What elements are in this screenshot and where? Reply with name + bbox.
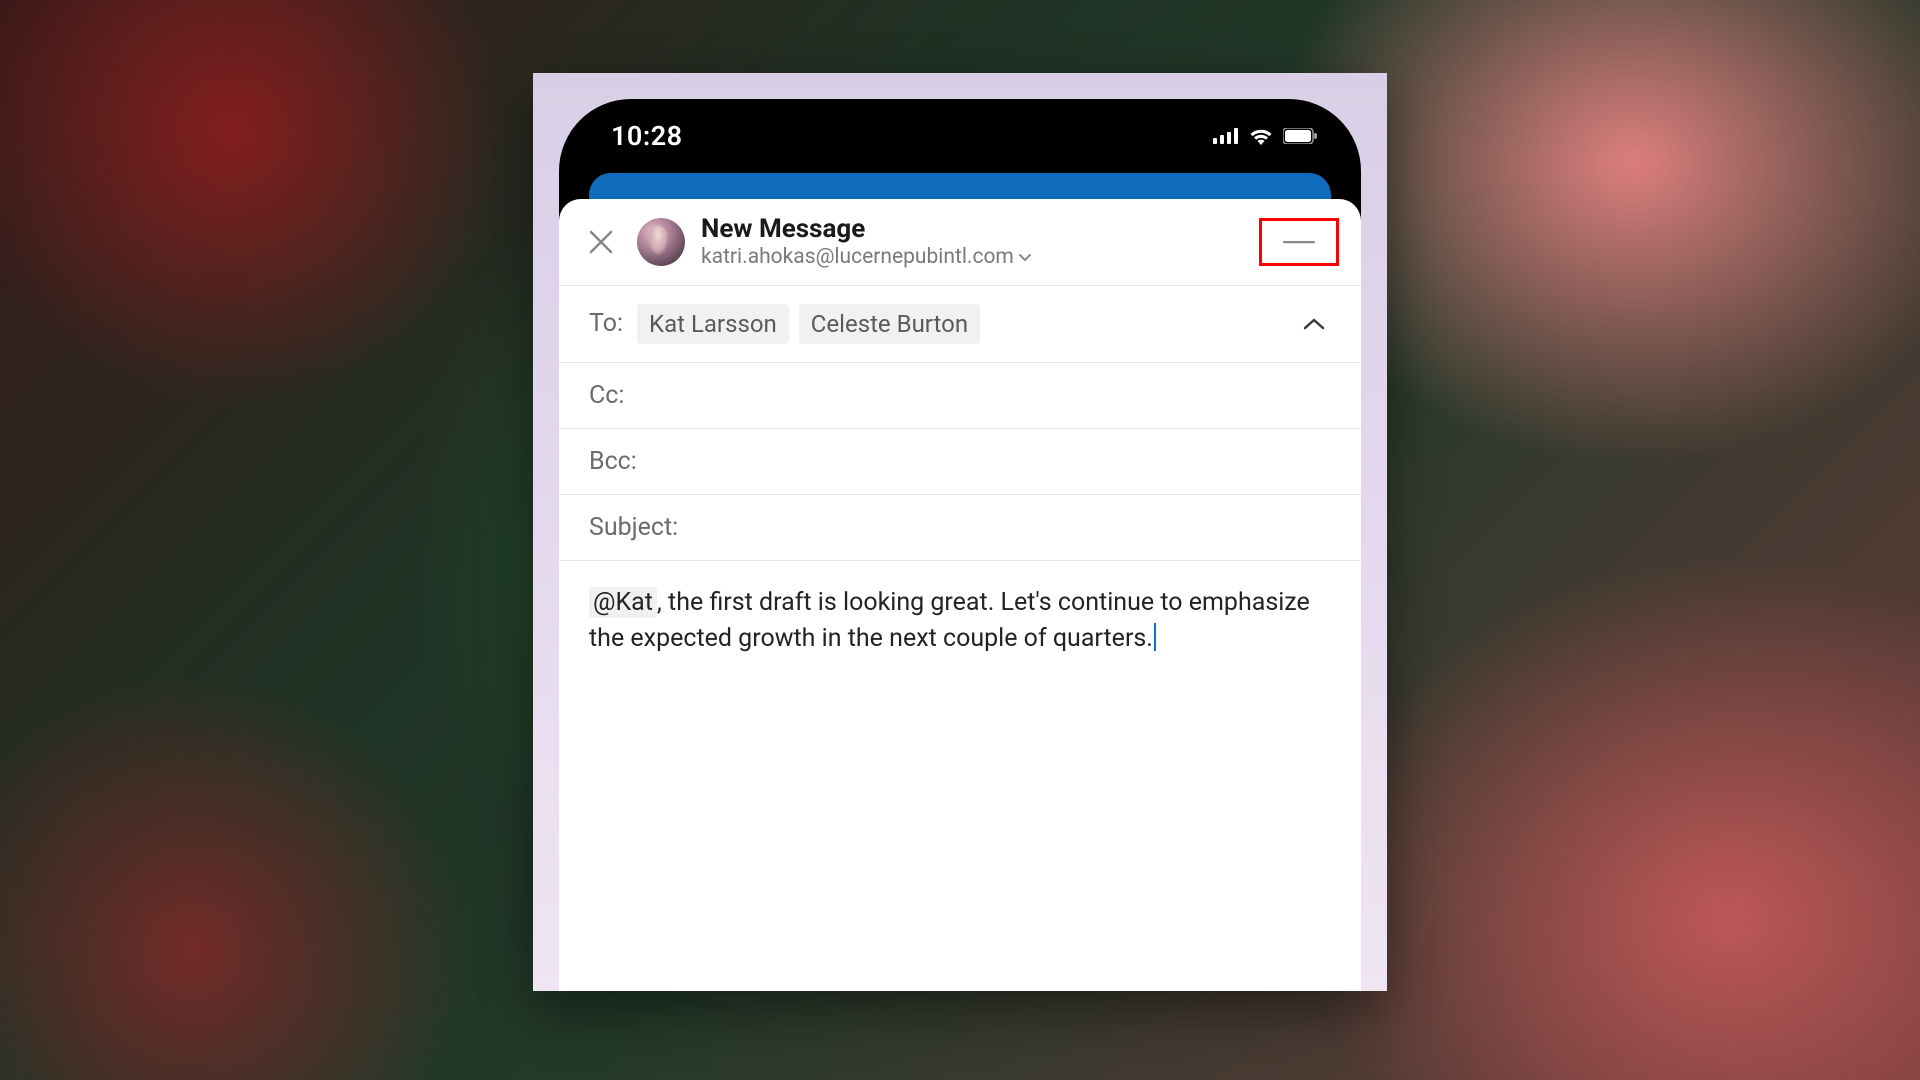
collapse-recipients-toggle[interactable] xyxy=(1297,312,1331,336)
bcc-field[interactable]: Bcc: xyxy=(559,429,1361,495)
mention-chip[interactable]: @Kat xyxy=(589,587,657,618)
chevron-down-icon xyxy=(1018,252,1032,262)
body-text: , the first draft is looking great. Let'… xyxy=(589,588,1310,653)
to-field[interactable]: To: Kat Larsson Celeste Burton xyxy=(559,285,1361,363)
compose-header: New Message katri.ahokas@lucernepubintl.… xyxy=(559,199,1361,285)
message-body[interactable]: @Kat, the first draft is looking great. … xyxy=(559,561,1361,991)
status-time: 10:28 xyxy=(611,120,683,152)
wifi-icon xyxy=(1249,127,1273,145)
status-icons xyxy=(1213,127,1317,145)
minimize-button[interactable] xyxy=(1259,218,1339,266)
cellular-icon xyxy=(1213,128,1239,144)
cc-field[interactable]: Cc: xyxy=(559,363,1361,429)
minimize-icon xyxy=(1283,240,1315,244)
bcc-label: Bcc: xyxy=(589,447,637,476)
compose-sheet: New Message katri.ahokas@lucernepubintl.… xyxy=(559,199,1361,991)
subject-field[interactable]: Subject: xyxy=(559,495,1361,561)
text-cursor xyxy=(1154,623,1157,651)
to-recipients: Kat Larsson Celeste Burton xyxy=(637,304,1283,344)
recipient-chip[interactable]: Kat Larsson xyxy=(637,304,789,344)
phone-device: 10:28 xyxy=(559,99,1361,991)
cc-label: Cc: xyxy=(589,381,624,410)
to-label: To: xyxy=(589,309,623,338)
header-text: New Message katri.ahokas@lucernepubintl.… xyxy=(701,215,1243,269)
chevron-up-icon xyxy=(1301,316,1327,332)
sender-avatar[interactable] xyxy=(637,218,685,266)
status-bar: 10:28 xyxy=(559,99,1361,173)
close-icon xyxy=(587,228,615,256)
screenshot-frame: 10:28 xyxy=(533,73,1387,991)
from-account-selector[interactable]: katri.ahokas@lucernepubintl.com xyxy=(701,245,1243,269)
app-background-strip xyxy=(589,173,1331,201)
compose-title: New Message xyxy=(701,215,1243,245)
recipient-chip[interactable]: Celeste Burton xyxy=(799,304,980,344)
from-email: katri.ahokas@lucernepubintl.com xyxy=(701,245,1014,269)
battery-icon xyxy=(1283,128,1317,144)
close-button[interactable] xyxy=(581,222,621,262)
subject-label: Subject: xyxy=(589,513,678,542)
